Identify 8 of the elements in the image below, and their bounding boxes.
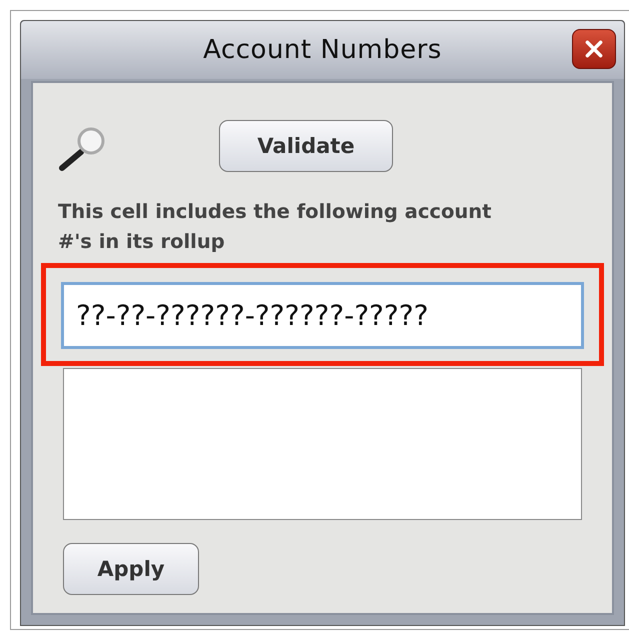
account-number-field[interactable]: ??-??-??????-??????-????? [61, 282, 584, 349]
apply-button[interactable]: Apply [63, 543, 199, 595]
close-icon [583, 38, 605, 60]
validate-button[interactable]: Validate [219, 120, 393, 172]
close-button[interactable] [572, 29, 616, 69]
description-text: This cell includes the following account #'s in its rollup [57, 199, 492, 255]
search-icon [57, 125, 107, 173]
window-title: Account Numbers [203, 35, 442, 65]
